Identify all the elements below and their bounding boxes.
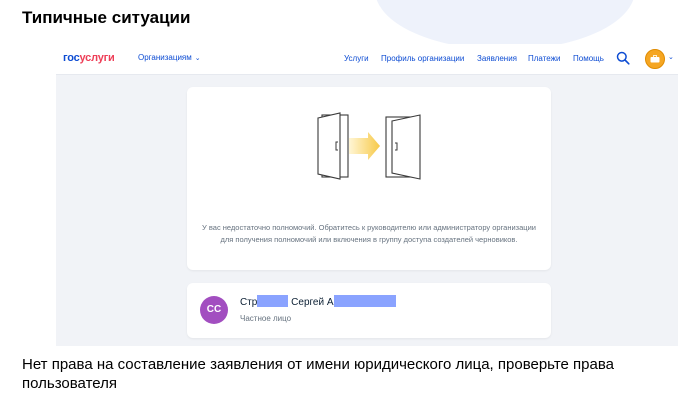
redaction-block	[257, 295, 289, 307]
nav-org-profile[interactable]: Профиль организации	[381, 54, 464, 63]
nav-applications[interactable]: Заявления	[477, 54, 517, 63]
user-role: Частное лицо	[240, 314, 292, 323]
nav-help[interactable]: Помощь	[573, 54, 604, 63]
user-name-part2: Сергей А	[291, 297, 334, 308]
organization-avatar[interactable]	[645, 49, 665, 69]
screenshot-frame: госуслуги Организациям ⌄ Услуги Профиль о…	[56, 44, 678, 346]
briefcase-icon	[650, 55, 660, 63]
logo-part-gos: гос	[63, 52, 80, 64]
redaction-block	[333, 295, 396, 307]
slide-caption: Нет права на составление заявления от им…	[22, 356, 614, 392]
user-name: Стр Сергей А	[240, 295, 396, 308]
nav-payments[interactable]: Платежи	[528, 54, 560, 63]
doors-illustration-icon	[317, 112, 421, 180]
decorative-arc	[375, 0, 635, 50]
slide-title: Типичные ситуации	[22, 8, 191, 27]
chevron-down-icon[interactable]: ⌄	[668, 53, 674, 61]
search-icon[interactable]	[616, 51, 630, 65]
user-card[interactable]: СС Стр Сергей А Частное лицо	[187, 283, 551, 338]
gosuslugi-logo[interactable]: госуслуги	[63, 52, 115, 64]
site-header: госуслуги Организациям ⌄ Услуги Профиль о…	[56, 44, 678, 75]
user-avatar: СС	[200, 296, 228, 324]
nav-services[interactable]: Услуги	[344, 54, 369, 63]
organizations-menu-label: Организациям	[138, 53, 192, 62]
logo-part-uslugi: услуги	[79, 52, 115, 64]
organizations-menu[interactable]: Организациям ⌄	[138, 53, 201, 62]
no-permission-card: У вас недостаточно полномочий. Обратитес…	[187, 87, 551, 270]
permission-message: У вас недостаточно полномочий. Обратитес…	[202, 223, 536, 244]
user-name-part1: Стр	[240, 297, 258, 308]
chevron-down-icon: ⌄	[194, 55, 201, 62]
